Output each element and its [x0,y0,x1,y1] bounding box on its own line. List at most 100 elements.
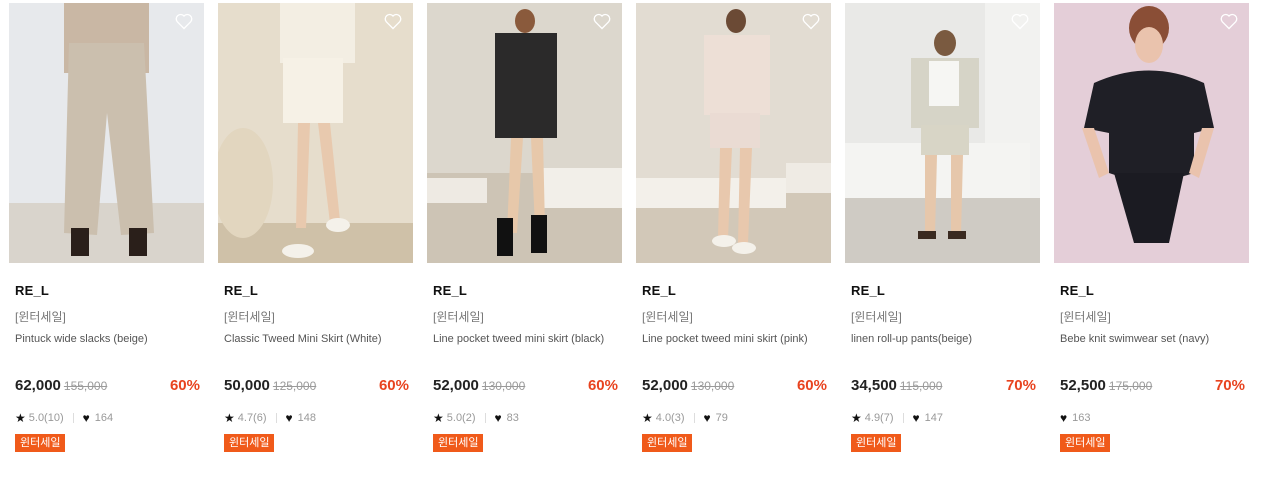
price-row: 62,000 155,000 60% [15,377,204,395]
model-navy-swimwear-photo [1054,3,1249,263]
product-card[interactable]: RE_L [윈터세일] Bebe knit swimwear set (navy… [1054,3,1249,452]
star-icon: ★ [851,411,862,425]
discount-rate: 70% [1214,377,1245,394]
sale-badge: 윈터세일 [851,434,902,452]
model-pink-tweed-set-photo [636,3,831,263]
product-image[interactable] [218,3,413,263]
likes-count: 148 [297,412,316,424]
original-price: 175,000 [1108,379,1153,393]
sale-badge: 윈터세일 [224,434,275,452]
sale-badge: 윈터세일 [433,434,484,452]
product-name[interactable]: Pintuck wide slacks (beige) [15,333,204,347]
product-card[interactable]: RE_L [윈터세일] linen roll-up pants(beige) 3… [845,3,1040,452]
review-row: ★ 5.0(10) ♥ 164 [15,411,204,425]
product-image[interactable] [845,3,1040,263]
model-beige-wide-slacks-photo [9,3,204,263]
event-tag: [윈터세일] [642,310,693,324]
product-card[interactable]: RE_L [윈터세일] Classic Tweed Mini Skirt (Wh… [218,3,413,452]
price-row: 52,000 130,000 60% [433,377,622,395]
wishlist-heart-icon[interactable] [383,11,403,31]
product-name[interactable]: Bebe knit swimwear set (navy) [1060,333,1249,347]
star-icon: ★ [433,411,444,425]
product-image[interactable] [427,3,622,263]
discount-rate: 70% [1005,377,1036,394]
rating-text: 4.9(7) [864,412,894,424]
sale-badge: 윈터세일 [1060,434,1111,452]
likes-count: 83 [506,412,519,424]
price-row: 50,000 125,000 60% [224,377,413,395]
rating-text: 4.7(6) [237,412,267,424]
event-tag: [윈터세일] [433,310,484,324]
model-white-tweed-skirt-photo [218,3,413,263]
heart-filled-icon: ♥ [912,411,920,425]
sale-price: 62,000 [15,377,61,394]
brand-name[interactable]: RE_L [15,283,204,299]
event-tag: [윈터세일] [224,310,275,324]
original-price: 130,000 [481,379,526,393]
heart-filled-icon: ♥ [1060,411,1068,425]
price-row: 52,500 175,000 70% [1060,377,1249,395]
divider [902,413,904,423]
brand-name[interactable]: RE_L [1060,283,1249,299]
product-name[interactable]: Classic Tweed Mini Skirt (White) [224,333,413,347]
heart-filled-icon: ♥ [703,411,711,425]
product-card[interactable]: RE_L [윈터세일] Line pocket tweed mini skirt… [636,3,831,452]
likes-count: 147 [924,412,943,424]
original-price: 155,000 [63,379,108,393]
product-image[interactable] [636,3,831,263]
heart-filled-icon: ♥ [285,411,293,425]
likes-count: 79 [715,412,728,424]
product-name[interactable]: Line pocket tweed mini skirt (black) [433,333,622,347]
product-name[interactable]: Line pocket tweed mini skirt (pink) [642,333,831,347]
wishlist-heart-icon[interactable] [1010,11,1030,31]
review-row: ★ 4.7(6) ♥ 148 [224,411,413,425]
rating-text: 4.0(3) [655,412,685,424]
product-card[interactable]: RE_L [윈터세일] Line pocket tweed mini skirt… [427,3,622,452]
likes-count: 163 [1072,412,1091,424]
star-icon: ★ [15,411,26,425]
rating-text: 5.0(2) [446,412,476,424]
original-price: 125,000 [272,379,317,393]
original-price: 130,000 [690,379,735,393]
event-tag: [윈터세일] [1060,310,1111,324]
product-grid: RE_L [윈터세일] Pintuck wide slacks (beige) … [0,0,1261,479]
price-row: 52,000 130,000 60% [642,377,831,395]
sale-price: 52,500 [1060,377,1106,394]
rating-text: 5.0(10) [28,412,64,424]
brand-name[interactable]: RE_L [642,283,831,299]
review-row: ★ 4.9(7) ♥ 147 [851,411,1040,425]
star-icon: ★ [224,411,235,425]
model-black-tweed-set-photo [427,3,622,263]
heart-filled-icon: ♥ [494,411,502,425]
sale-price: 52,000 [433,377,479,394]
sale-price: 52,000 [642,377,688,394]
divider [72,413,74,423]
divider [275,413,277,423]
brand-name[interactable]: RE_L [224,283,413,299]
divider [693,413,695,423]
model-linen-shorts-photo [845,3,1040,263]
original-price: 115,000 [899,379,943,393]
wishlist-heart-icon[interactable] [1219,11,1239,31]
product-name[interactable]: linen roll-up pants(beige) [851,333,1040,347]
star-icon: ★ [642,411,653,425]
review-row: ♥ 163 [1060,411,1249,425]
sale-price: 34,500 [851,377,897,394]
wishlist-heart-icon[interactable] [592,11,612,31]
sale-price: 50,000 [224,377,270,394]
heart-filled-icon: ♥ [82,411,90,425]
product-image[interactable] [1054,3,1249,263]
sale-badge: 윈터세일 [15,434,66,452]
discount-rate: 60% [587,377,618,394]
wishlist-heart-icon[interactable] [174,11,194,31]
event-tag: [윈터세일] [15,310,66,324]
brand-name[interactable]: RE_L [851,283,1040,299]
wishlist-heart-icon[interactable] [801,11,821,31]
price-row: 34,500 115,000 70% [851,377,1040,395]
product-card[interactable]: RE_L [윈터세일] Pintuck wide slacks (beige) … [9,3,204,452]
review-row: ★ 5.0(2) ♥ 83 [433,411,622,425]
discount-rate: 60% [169,377,200,394]
brand-name[interactable]: RE_L [433,283,622,299]
product-image[interactable] [9,3,204,263]
review-row: ★ 4.0(3) ♥ 79 [642,411,831,425]
